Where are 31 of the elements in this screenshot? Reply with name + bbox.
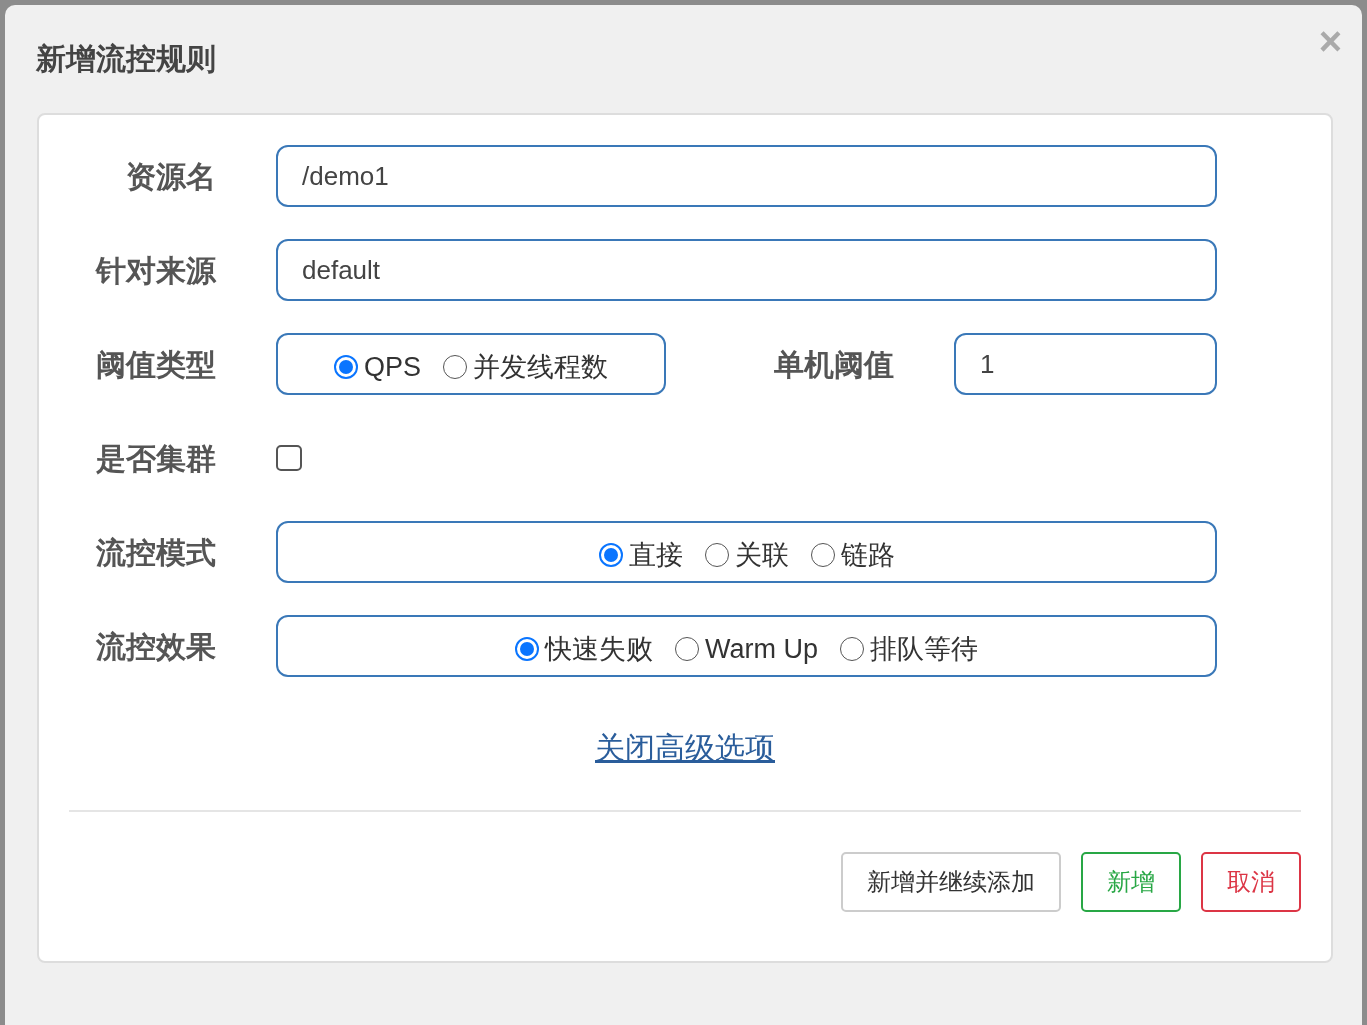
field-label: 单机阈值 (773, 346, 895, 383)
radio-button[interactable] (840, 637, 864, 661)
dialog-title: 新增流控规则 (36, 41, 216, 77)
radio-button[interactable] (515, 637, 539, 661)
radio-button[interactable] (334, 355, 358, 379)
radio-button[interactable] (704, 543, 729, 567)
field-label: 针对来源 (94, 252, 216, 289)
text-field[interactable]: default (276, 239, 1217, 301)
radio-label: 排队等待 (870, 632, 978, 666)
radio-button[interactable] (810, 543, 835, 567)
field-label: 资源名 (125, 158, 216, 195)
field-label: 流控模式 (95, 534, 216, 571)
radio-label: 链路 (840, 538, 895, 572)
dialog-button[interactable]: 取消 (1201, 852, 1301, 912)
radio-button[interactable] (443, 355, 467, 379)
radio-button[interactable] (598, 543, 623, 567)
checkbox[interactable] (276, 445, 302, 471)
radio-label: 并发线程数 (473, 350, 608, 384)
radio-label: QPS (364, 350, 421, 384)
text-field[interactable]: /demo1 (276, 145, 1217, 207)
field-label: 是否集群 (95, 440, 216, 477)
advanced-options-link[interactable]: 关闭高级选项 (595, 725, 775, 770)
dialog-button[interactable]: 新增并继续添加 (841, 852, 1061, 912)
radio-label: 关联 (734, 538, 789, 572)
number-field[interactable]: 1 (954, 333, 1217, 395)
field-label: 流控效果 (95, 628, 216, 665)
field-label: 阈值类型 (95, 346, 216, 383)
radio-label: Warm Up (705, 632, 818, 666)
radio-label: 快速失败 (545, 632, 653, 666)
radio-button[interactable] (675, 637, 699, 661)
radio-label: 直接 (628, 538, 683, 572)
